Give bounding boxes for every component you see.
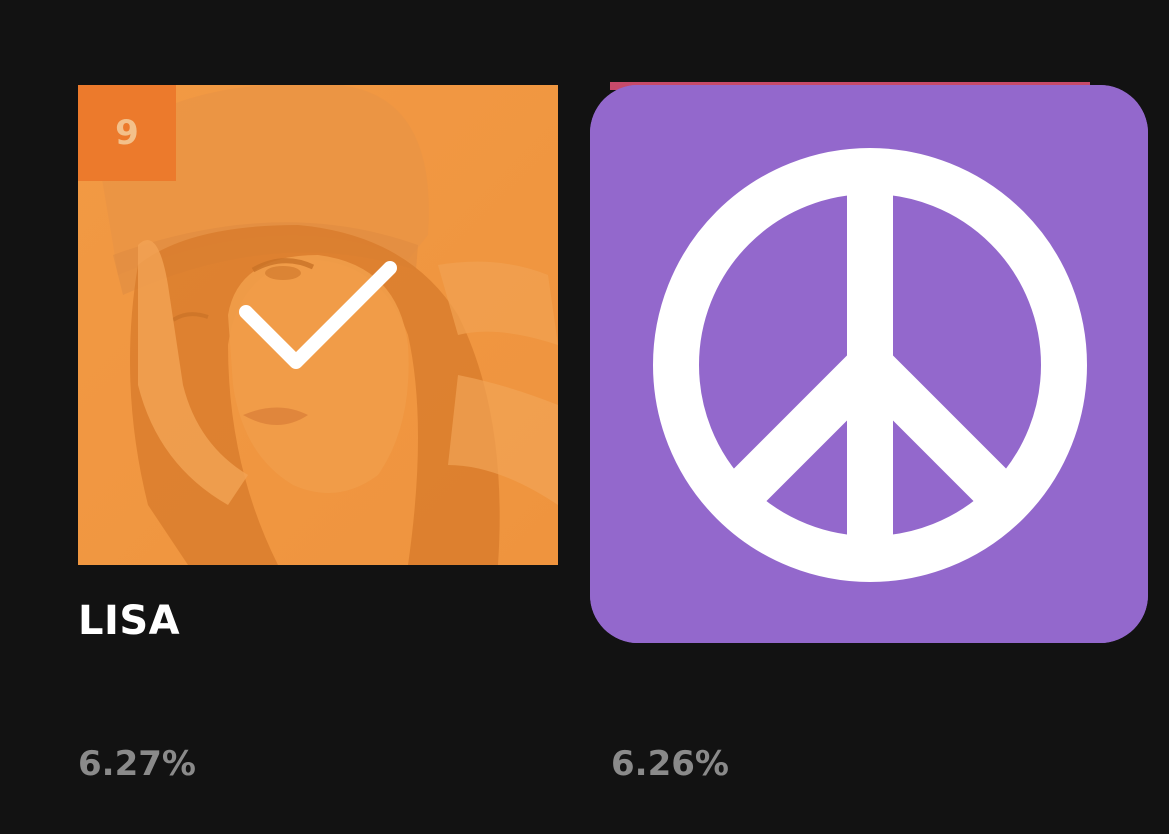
peace-symbol-icon <box>590 85 1148 643</box>
candidate-card-peace[interactable] <box>590 85 1148 643</box>
rank-badge: 9 <box>78 85 176 181</box>
check-icon <box>239 261 397 369</box>
vote-percentage: 6.26% <box>611 744 729 784</box>
candidate-name[interactable]: LISA <box>78 598 180 644</box>
candidate-photo-lisa[interactable]: 9 <box>78 85 558 565</box>
rank-number: 9 <box>115 113 139 153</box>
poll-results-grid: 9 LISA 6.27% 6.26% <box>0 0 1169 834</box>
vote-percentage: 6.27% <box>78 744 196 784</box>
